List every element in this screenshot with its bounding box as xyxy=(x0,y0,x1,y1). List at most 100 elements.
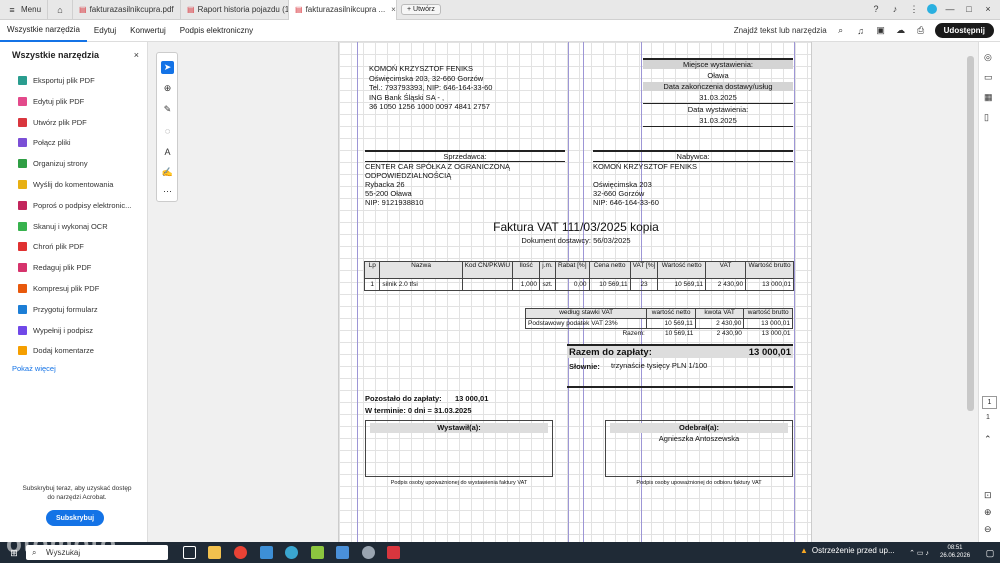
tray-icons[interactable]: ⌃ ▭ ♪ xyxy=(902,547,936,559)
show-more-link[interactable]: Pokaż więcej xyxy=(12,364,56,373)
calculator-icon[interactable] xyxy=(336,546,349,559)
zoom-icon[interactable]: ⊕ xyxy=(161,82,174,95)
page-number-input[interactable]: 1 xyxy=(982,396,997,409)
pen-icon[interactable]: ✎ xyxy=(161,103,174,116)
more-tools-icon[interactable]: ⋯ xyxy=(161,185,174,198)
tool-item[interactable]: Organizuj strony xyxy=(18,159,144,169)
tool-item[interactable]: Skanuj i wykonaj OCR xyxy=(18,221,144,231)
bookmark-icon[interactable]: ▯ xyxy=(984,112,989,123)
print-icon[interactable]: ⎙ xyxy=(915,25,927,37)
headphones-icon[interactable]: ♫ xyxy=(855,25,867,37)
close-icon[interactable]: × xyxy=(134,50,139,60)
tab-convert[interactable]: Konwertuj xyxy=(123,20,173,42)
sidebar-title: Wszystkie narzędzia xyxy=(12,50,100,60)
tool-item[interactable]: Połącz pliki xyxy=(18,138,144,148)
system-clock[interactable]: 08:51 26.06.2026 xyxy=(940,544,970,560)
upload-icon[interactable]: ☁ xyxy=(895,25,907,37)
hamburger-icon: ≡ xyxy=(9,4,15,15)
issuer-label: Wystawił(a): xyxy=(370,423,548,433)
invoice-title: Faktura VAT 111/03/2025 kopia xyxy=(493,220,659,234)
table-cell: Podstawowy podatek VAT 23% xyxy=(524,318,648,329)
tool-item[interactable]: Utwórz plik PDF xyxy=(18,117,144,127)
close-tab-icon[interactable]: × xyxy=(391,5,396,14)
stamp-icon[interactable]: ✍ xyxy=(161,166,174,179)
maximize-icon[interactable]: □ xyxy=(963,3,975,15)
tool-item[interactable]: Wypełnij i podpisz xyxy=(18,325,144,335)
right-panel: ◎ ▭ ▦ ▯ 1 1 ⌃ ⊡ ⊕ ⊖ xyxy=(978,42,1000,542)
bell-icon[interactable]: ♪ xyxy=(889,3,901,15)
table-cell: szt. xyxy=(539,278,556,291)
tool-item[interactable]: Wyślij do komentowania xyxy=(18,180,144,189)
items-column-header: Wartość brutto xyxy=(745,261,794,279)
pdf-icon: ▤ xyxy=(187,5,195,14)
text-box-icon[interactable]: A xyxy=(161,145,174,158)
store-icon[interactable] xyxy=(260,546,273,559)
ai-assistant-icon[interactable]: ◎ xyxy=(984,52,992,63)
table-cell: 13 000,01 xyxy=(745,278,794,291)
thumbnails-icon[interactable]: ▦ xyxy=(984,92,993,103)
avatar[interactable] xyxy=(927,4,937,14)
receiver-signature-box: Odebrał(a): Agnieszka Antoszewska xyxy=(605,420,793,477)
tool-icon xyxy=(18,263,27,273)
vat-column-header: wartość netto xyxy=(646,308,696,319)
delivery-label: Data zakończenia dostawy/usług xyxy=(663,82,773,91)
file-explorer-icon[interactable] xyxy=(208,546,221,559)
notification-icon[interactable]: ▢ xyxy=(984,547,996,559)
tool-item[interactable]: Przygotuj formularz xyxy=(18,304,144,314)
tab-0[interactable]: ▤ fakturazasilnikcupra.pdf xyxy=(73,0,182,20)
table-cell: 13 000,01 xyxy=(743,318,793,329)
table-row: 1 silnik 2.0 tfsi 1,000 szt. 0,00 10 569,11 23… xyxy=(363,278,794,291)
share-button[interactable]: Udostępnij xyxy=(934,23,994,38)
tab-all-tools[interactable]: Wszystkie narzędzia xyxy=(0,20,87,42)
tool-label: Kompresuj plik PDF xyxy=(33,284,100,293)
find-text-button[interactable]: Znajdź tekst lub narzędzia xyxy=(734,26,827,35)
pdf-icon: ▤ xyxy=(295,5,303,14)
tool-item[interactable]: Redaguj plik PDF xyxy=(18,263,144,273)
tool-item[interactable]: Chroń plik PDF xyxy=(18,242,144,252)
task-view-icon[interactable] xyxy=(183,546,196,559)
warning-notification[interactable]: ▲ Ostrzeżenie przed up... xyxy=(800,546,895,555)
save-icon[interactable]: ▣ xyxy=(875,25,887,37)
table-cell: 2 430,90 xyxy=(694,318,745,329)
tool-icon xyxy=(18,242,27,252)
tool-label: Połącz pliki xyxy=(33,138,71,148)
vertical-scrollbar[interactable] xyxy=(967,56,974,411)
zoom-out-icon[interactable]: ⊖ xyxy=(984,524,992,535)
tool-label: Edytuj plik PDF xyxy=(33,96,85,106)
issuer-signature-box: Wystawił(a): xyxy=(365,420,553,477)
acrobat-icon[interactable] xyxy=(387,546,400,559)
tab-1[interactable]: ▤ Raport historia pojazdu (1)... xyxy=(181,0,290,20)
tab-edit[interactable]: Edytuj xyxy=(87,20,123,42)
fit-page-icon[interactable]: ⊡ xyxy=(984,490,992,501)
chevron-up-icon[interactable]: ⌃ xyxy=(984,434,992,445)
tool-item[interactable]: Dodaj komentarze xyxy=(18,346,144,356)
lasso-icon[interactable]: ◌ xyxy=(161,124,174,137)
search-icon[interactable]: ⌕ xyxy=(835,25,847,37)
tool-item[interactable]: Poproś o podpisy elektronic... xyxy=(18,200,144,210)
table-cell: 10 569,11 xyxy=(646,318,696,329)
pdf-icon: ▤ xyxy=(79,5,87,14)
select-cursor-icon[interactable]: ➤ xyxy=(161,61,174,74)
subscribe-button[interactable]: Subskrybuj xyxy=(46,510,104,526)
tool-item[interactable]: Edytuj plik PDF xyxy=(18,96,144,106)
edge-icon[interactable] xyxy=(285,546,298,559)
zoom-in-icon[interactable]: ⊕ xyxy=(984,507,992,518)
tab-esign[interactable]: Podpis elektroniczny xyxy=(173,20,260,42)
chrome-icon[interactable] xyxy=(234,546,247,559)
excel-icon[interactable] xyxy=(311,546,324,559)
menu-button[interactable]: ≡ Menu xyxy=(0,0,49,20)
apps-icon[interactable]: ⋮ xyxy=(908,3,920,15)
help-icon[interactable]: ? xyxy=(870,3,882,15)
tool-item[interactable]: Kompresuj plik PDF xyxy=(18,284,144,293)
tool-item[interactable]: Eksportuj plik PDF xyxy=(18,76,144,85)
new-tab-button[interactable]: + Utwórz xyxy=(401,4,441,15)
minimize-icon[interactable]: — xyxy=(944,3,956,15)
tab-2[interactable]: ▤ fakturazasilnikcupra ... × xyxy=(289,0,398,20)
close-window-icon[interactable]: × xyxy=(982,3,994,15)
home-button[interactable]: ⌂ xyxy=(48,0,74,20)
comment-icon[interactable]: ▭ xyxy=(984,72,993,83)
table-cell: 10 569,11 xyxy=(588,278,631,291)
items-column-header: Nazwa xyxy=(379,261,463,279)
tool-icon xyxy=(18,138,27,148)
app-icon[interactable] xyxy=(362,546,375,559)
